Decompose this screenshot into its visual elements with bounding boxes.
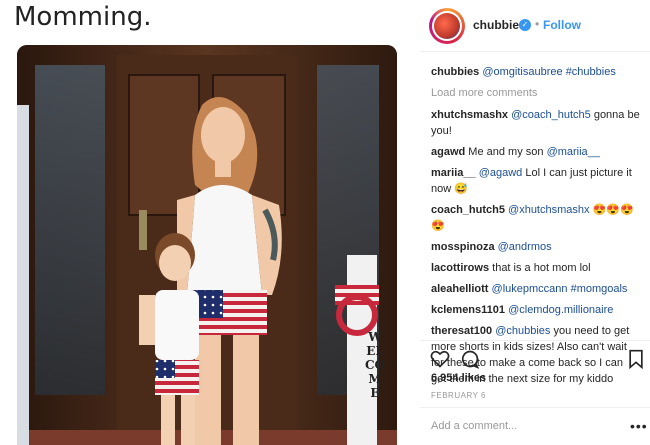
comment-mention-link[interactable]: @clemdog.millionaire	[508, 304, 613, 316]
likes-count[interactable]: 6,954 likes	[431, 372, 486, 384]
photo-illustration	[17, 45, 397, 445]
add-comment-bar: Add a comment... •••	[420, 407, 650, 445]
comment-username[interactable]: kclemens1101	[431, 304, 505, 316]
comment-username[interactable]: lacottirows	[431, 262, 489, 274]
comment-username[interactable]: xhutchsmashx	[431, 109, 508, 121]
comment-item: mosspinoza @andrmos	[431, 239, 641, 255]
welcome-sign-text: WELCOME	[365, 330, 386, 400]
comment-username[interactable]: mariia__	[431, 167, 476, 179]
comment-mention-link[interactable]: @omgitisaubree	[482, 66, 562, 78]
comment-icon[interactable]	[460, 349, 480, 369]
comment-mention-link[interactable]: @coach_hutch5	[511, 109, 591, 121]
comment-text: Me and my son	[468, 146, 547, 158]
comment-mention-link[interactable]: #momgoals	[571, 283, 628, 295]
post-action-bar	[420, 340, 650, 369]
heart-icon[interactable]	[430, 349, 450, 369]
post-photo[interactable]: WELCOME	[17, 45, 397, 445]
comment-mention-link[interactable]: @chubbies	[495, 325, 550, 337]
username-link[interactable]: chubbies	[473, 18, 526, 32]
post-header: chubbies ✓ • Follow	[420, 0, 650, 52]
comment-item: kclemens1101 @clemdog.millionaire	[431, 302, 641, 318]
comment-item: aleahelliott @lukepmccann #momgoals	[431, 281, 641, 297]
comment-item: lacottirows that is a hot mom lol	[431, 260, 641, 276]
more-icon[interactable]: •••	[630, 418, 648, 434]
comment-mention-link[interactable]: @agawd	[479, 167, 523, 179]
comment-item: coach_hutch5 @xhutchsmashx 😍😍😍😍	[431, 202, 641, 234]
comment-text: that is a hot mom lol	[492, 262, 591, 274]
verified-icon: ✓	[519, 19, 531, 31]
post-caption-heading: Momming.	[14, 2, 152, 32]
comment-mention-link[interactable]: @xhutchsmashx	[508, 204, 589, 216]
separator-dot: •	[535, 17, 540, 31]
post-date[interactable]: FEBRUARY 6	[431, 391, 486, 400]
avatar[interactable]	[429, 8, 465, 44]
comment-username[interactable]: mosspinoza	[431, 241, 495, 253]
comment-mention-link[interactable]: @andrmos	[498, 241, 552, 253]
comment-username[interactable]: coach_hutch5	[431, 204, 505, 216]
comment-item: chubbies @omgitisaubree #chubbies	[431, 64, 641, 80]
comment-item: mariia__ @agawd Lol I can just picture i…	[431, 165, 641, 197]
comment-item: agawd Me and my son @mariia__	[431, 144, 641, 160]
follow-button[interactable]: Follow	[543, 18, 581, 32]
comment-username[interactable]: theresat100	[431, 325, 492, 337]
comment-mention-link[interactable]: #chubbies	[566, 66, 616, 78]
add-comment-input[interactable]: Add a comment...	[431, 420, 517, 432]
comment-username[interactable]: agawd	[431, 146, 465, 158]
bookmark-icon[interactable]	[626, 349, 646, 369]
load-more-comments-link[interactable]: Load more comments	[431, 85, 641, 101]
comments-list: chubbies @omgitisaubree #chubbies Load mo…	[431, 64, 641, 392]
comment-username[interactable]: aleahelliott	[431, 283, 488, 295]
comment-item: xhutchsmashx @coach_hutch5 gonna be you!	[431, 107, 641, 139]
comment-mention-link[interactable]: @lukepmccann	[492, 283, 568, 295]
comment-username[interactable]: chubbies	[431, 66, 479, 78]
comment-mention-link[interactable]: @mariia__	[547, 146, 600, 158]
